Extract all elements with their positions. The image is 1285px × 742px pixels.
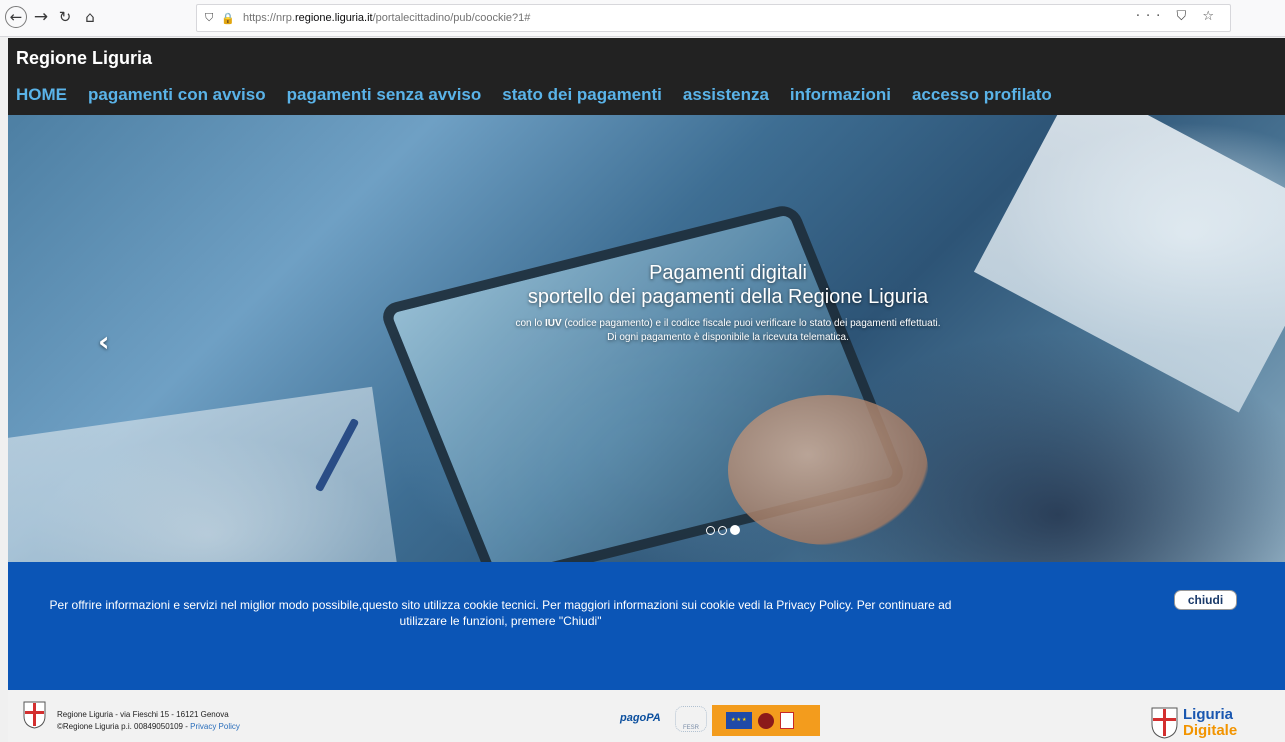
hero-photo-hand xyxy=(728,395,928,545)
url-text[interactable]: https://nrp.regione.liguria.it/portaleci… xyxy=(243,12,530,24)
eu-funding-logos xyxy=(712,705,820,736)
regione-liguria-crest-icon xyxy=(23,701,46,729)
menu-informazioni[interactable]: informazioni xyxy=(790,85,891,105)
hero-photo-paper xyxy=(8,386,400,562)
fesr-logo: FESR xyxy=(675,706,707,732)
liguria-digitale-logo: Liguria Digitale xyxy=(1151,707,1251,739)
carousel-dot-2[interactable] xyxy=(718,526,727,535)
italian-republic-emblem-icon xyxy=(758,712,774,729)
carousel-prev-chevron-icon[interactable]: ‹ xyxy=(98,325,122,358)
cookie-banner: Per offrire informazioni e servizi nel m… xyxy=(8,562,1285,690)
region-crest-icon xyxy=(780,712,794,729)
browser-toolbar: ← → ↻ ⌂ ⛉ 🔒 https://nrp.regione.liguria.… xyxy=(0,0,1285,37)
carousel-title: Pagamenti digitali xyxy=(649,262,807,284)
carousel-text: con lo IUV (codice pagamento) e il codic… xyxy=(515,318,941,343)
menu-pagamenti-con-avviso[interactable]: pagamenti con avviso xyxy=(88,85,266,105)
carousel-caption: Pagamenti digitali sportello dei pagamen… xyxy=(488,261,968,345)
cookie-message: Per offrire informazioni e servizi nel m… xyxy=(49,598,952,628)
pagopa-logo: pagoPA xyxy=(620,712,661,724)
url-bar[interactable]: ⛉ 🔒 https://nrp.regione.liguria.it/porta… xyxy=(196,4,1231,32)
privacy-policy-link[interactable]: Privacy Policy xyxy=(190,722,240,731)
menu-stato-pagamenti[interactable]: stato dei pagamenti xyxy=(502,85,662,105)
bookmark-star-icon[interactable]: ☆ xyxy=(1202,9,1220,24)
footer-copyright: ©Regione Liguria p.i. 00849050109 - Priv… xyxy=(57,722,240,731)
footer-info: Regione Liguria - via Fieschi 15 - 16121… xyxy=(57,709,240,733)
url-bar-actions: ··· ⛉ ☆ xyxy=(1136,9,1220,24)
menu-accesso-profilato[interactable]: accesso profilato xyxy=(912,85,1052,105)
footer-address: Regione Liguria - via Fieschi 15 - 16121… xyxy=(57,710,229,719)
main-menu: HOME pagamenti con avviso pagamenti senz… xyxy=(16,85,1073,105)
site-header: Regione Liguria HOME pagamenti con avvis… xyxy=(8,38,1285,115)
lock-icon[interactable]: 🔒 xyxy=(221,12,235,25)
cookie-close-button[interactable]: chiudi xyxy=(1174,590,1237,610)
back-arrow-icon[interactable]: ← xyxy=(5,6,27,28)
liguria-digitale-crest-icon xyxy=(1151,707,1178,739)
hero-photo-document xyxy=(973,115,1285,413)
carousel-subtitle: sportello dei pagamenti della Regione Li… xyxy=(527,286,929,308)
hero-carousel: Pagamenti digitali sportello dei pagamen… xyxy=(8,115,1285,562)
carousel-indicators xyxy=(706,525,740,535)
more-icon[interactable]: ··· xyxy=(1136,9,1166,24)
carousel-dot-3[interactable] xyxy=(730,525,740,535)
site-footer: Regione Liguria - via Fieschi 15 - 16121… xyxy=(8,690,1285,742)
shield-icon[interactable]: ⛉ xyxy=(205,11,213,25)
site-brand[interactable]: Regione Liguria xyxy=(16,48,152,69)
reload-icon[interactable]: ↻ xyxy=(54,6,76,28)
liguria-digitale-wordmark: Liguria Digitale xyxy=(1183,706,1238,739)
forward-arrow-icon[interactable]: → xyxy=(30,6,52,28)
menu-pagamenti-senza-avviso[interactable]: pagamenti senza avviso xyxy=(287,85,482,105)
menu-home[interactable]: HOME xyxy=(16,85,67,105)
eu-flag-icon xyxy=(726,712,752,729)
home-icon[interactable]: ⌂ xyxy=(79,6,101,28)
pocket-icon[interactable]: ⛉ xyxy=(1176,9,1192,24)
carousel-dot-1[interactable] xyxy=(706,526,715,535)
menu-assistenza[interactable]: assistenza xyxy=(683,85,769,105)
